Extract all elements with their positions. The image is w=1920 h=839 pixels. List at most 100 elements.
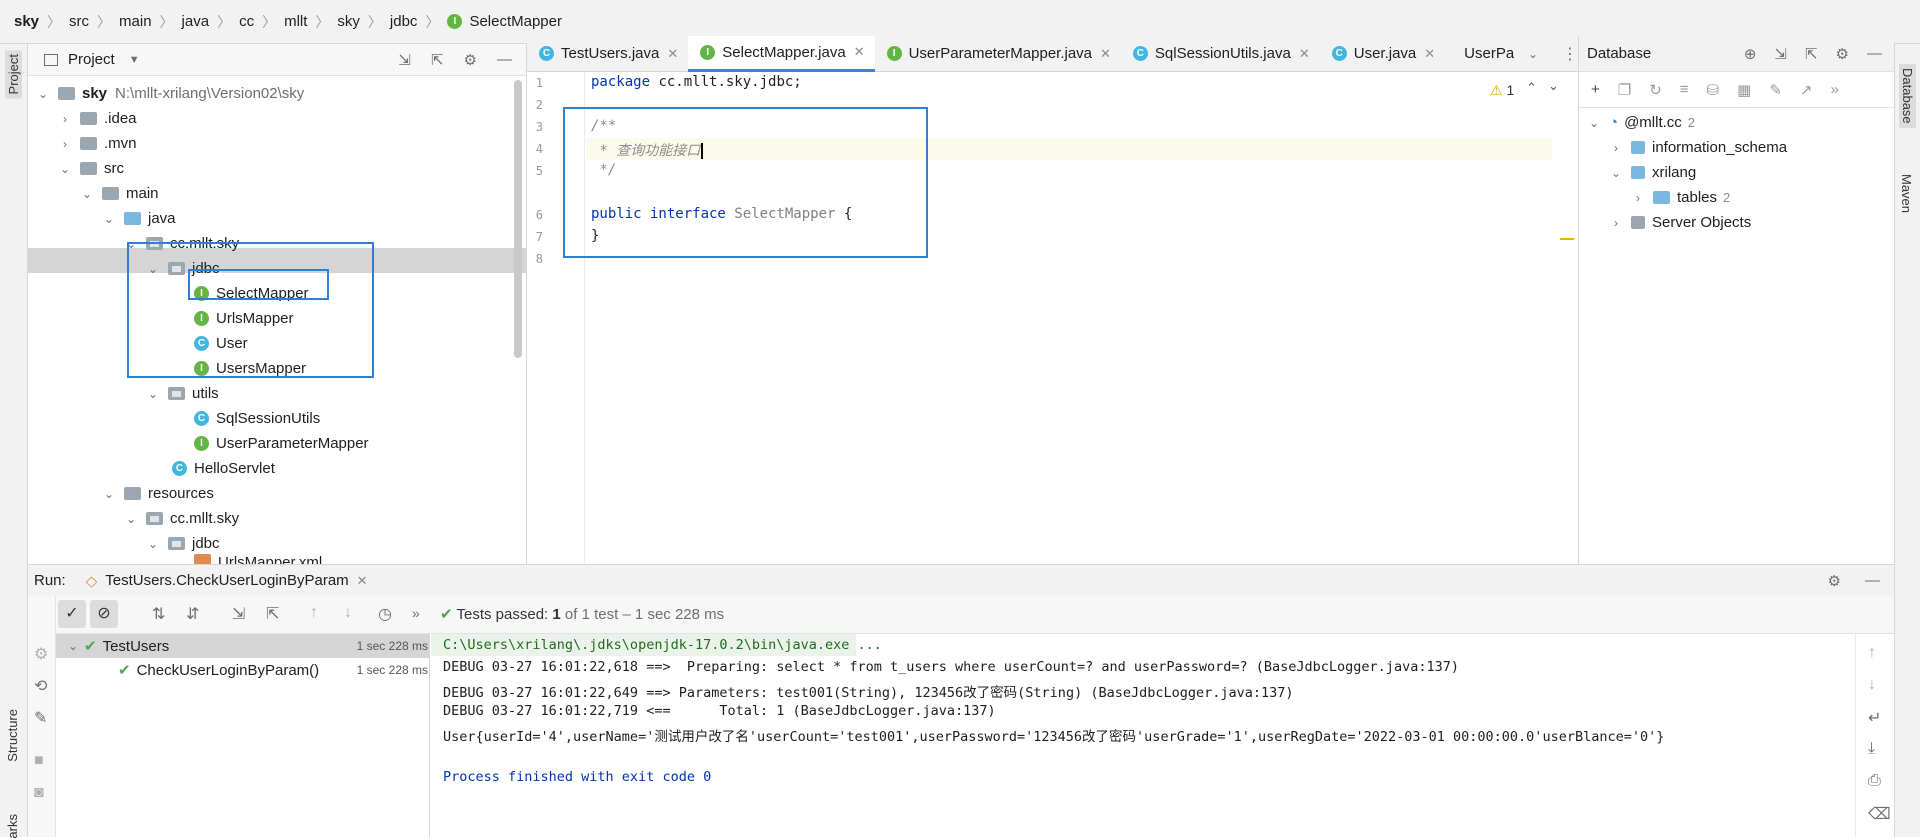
- tree-item-idea[interactable]: › .idea: [58, 106, 137, 131]
- expand-all-icon[interactable]: ⇲: [1774, 45, 1787, 63]
- show-passed-icon[interactable]: ✓: [58, 600, 86, 628]
- project-tool-button[interactable]: Project: [5, 50, 22, 99]
- close-icon[interactable]: ✕: [1424, 46, 1435, 62]
- breadcrumb-sky-pkg[interactable]: sky: [337, 13, 360, 30]
- tree-item-helloservlet[interactable]: C HelloServlet: [172, 456, 275, 481]
- warning-stripe[interactable]: [1560, 238, 1574, 240]
- tree-item-sqlsessionutils[interactable]: C SqlSessionUtils: [194, 406, 320, 431]
- copy-icon[interactable]: ❐: [1618, 81, 1631, 99]
- chevron-down-icon[interactable]: ▼: [129, 54, 140, 66]
- tree-item-java[interactable]: ⌄ java: [102, 206, 176, 231]
- edit-icon[interactable]: ✎: [1769, 81, 1782, 99]
- jump-icon[interactable]: ↗: [1800, 81, 1813, 99]
- trash-icon[interactable]: ⌫: [1868, 804, 1891, 824]
- structure-tool-button[interactable]: Structure: [5, 709, 20, 762]
- tree-item-res-jdbc[interactable]: ⌄ jdbc: [146, 531, 220, 556]
- history-icon[interactable]: ◷: [378, 604, 392, 624]
- maven-tool-button[interactable]: Maven: [1899, 174, 1914, 213]
- print-icon[interactable]: ⎙: [1868, 772, 1881, 790]
- sort-alpha-icon[interactable]: ⇅: [152, 604, 165, 624]
- camera-icon[interactable]: ◙: [34, 784, 44, 802]
- arrow-down-icon[interactable]: ↓: [1868, 676, 1876, 694]
- tree-item-mvn[interactable]: › .mvn: [58, 131, 137, 156]
- breadcrumb-java[interactable]: java: [182, 13, 210, 30]
- collapse-all-icon[interactable]: ⇱: [431, 51, 444, 69]
- debug-icon[interactable]: ⚙: [34, 644, 48, 664]
- close-icon[interactable]: ✕: [854, 44, 865, 60]
- schema-icon[interactable]: ⛁: [1707, 81, 1720, 99]
- tree-item-resources[interactable]: ⌄ resources: [102, 481, 214, 506]
- close-icon[interactable]: ✕: [1100, 46, 1111, 62]
- project-panel-title[interactable]: Project: [68, 51, 115, 68]
- tree-item-res-package[interactable]: ⌄ cc.mllt.sky: [124, 506, 239, 531]
- tree-item-src[interactable]: ⌄ src: [58, 156, 124, 181]
- gear-icon[interactable]: ⚙: [1836, 45, 1849, 63]
- restore-icon[interactable]: ⟲: [34, 676, 47, 696]
- chevron-down-icon[interactable]: ⌄: [36, 87, 50, 101]
- properties-icon[interactable]: ≡: [1680, 81, 1689, 98]
- db-connection[interactable]: ⌄ ◔ @mllt.cc 2: [1587, 110, 1695, 135]
- tree-item-utils[interactable]: ⌄ utils: [146, 381, 219, 406]
- tab-userparametermapper[interactable]: I UserParameterMapper.java ✕: [875, 36, 1121, 72]
- breadcrumb-cc[interactable]: cc: [239, 13, 254, 30]
- refresh-icon[interactable]: ↻: [1649, 81, 1662, 99]
- collapse-all-icon[interactable]: ⇱: [1805, 45, 1818, 63]
- db-tables[interactable]: › tables 2: [1631, 185, 1730, 210]
- breadcrumb-main[interactable]: main: [119, 13, 152, 30]
- hide-icon[interactable]: —: [497, 51, 512, 69]
- gear-icon[interactable]: ⚙: [464, 51, 477, 69]
- sort-duration-icon[interactable]: ⇵: [186, 604, 199, 624]
- show-ignored-icon[interactable]: ⊘: [90, 600, 118, 628]
- tab-sqlsessionutils[interactable]: C SqlSessionUtils.java ✕: [1121, 36, 1320, 72]
- warning-indicator[interactable]: ⚠ 1: [1490, 82, 1514, 99]
- breadcrumb-selectmapper[interactable]: I SelectMapper: [447, 13, 562, 30]
- expand-all-icon[interactable]: ⇲: [398, 51, 411, 69]
- more-icon[interactable]: »: [1830, 81, 1838, 98]
- soft-wrap-icon[interactable]: ↵: [1868, 708, 1881, 728]
- scroll-to-end-icon[interactable]: ⤓: [1868, 740, 1875, 758]
- add-icon[interactable]: +: [1591, 81, 1600, 98]
- breadcrumb-src[interactable]: src: [69, 13, 89, 30]
- chevron-down-icon[interactable]: ⌄: [1528, 47, 1538, 61]
- bookmarks-tool-button[interactable]: arks: [5, 814, 20, 839]
- gear-icon[interactable]: ⚙: [1828, 572, 1841, 590]
- stop-icon[interactable]: ■: [34, 752, 44, 770]
- collapse-all-icon[interactable]: ⇱: [266, 604, 279, 624]
- arrow-down-icon[interactable]: ↓: [344, 604, 352, 622]
- breadcrumb-jdbc[interactable]: jdbc: [390, 13, 418, 30]
- tab-userparameter-xml[interactable]: UserParame: [1445, 36, 1514, 72]
- hide-icon[interactable]: —: [1865, 572, 1880, 590]
- breadcrumb-mllt[interactable]: mllt: [284, 13, 307, 30]
- table-icon[interactable]: ▦: [1737, 81, 1751, 99]
- code-editor[interactable]: package cc.mllt.sky.jdbc; /** * 查询功能接口 *…: [563, 72, 1574, 564]
- tree-item-sky[interactable]: ⌄ sky N:\mllt-xrilang\Version02\sky: [36, 81, 304, 106]
- more-icon[interactable]: ⋮: [1562, 44, 1578, 64]
- more-icon[interactable]: »: [412, 605, 420, 621]
- db-schema-xrilang[interactable]: ⌄ xrilang: [1609, 160, 1696, 185]
- db-schema-information[interactable]: › information_schema: [1609, 135, 1787, 160]
- tab-user[interactable]: C User.java ✕: [1320, 36, 1445, 72]
- chevron-up-icon[interactable]: ⌃: [1526, 80, 1537, 96]
- test-case-checkuserloginbyparam[interactable]: ✔ CheckUserLoginByParam() 1 sec 228 ms: [118, 658, 428, 682]
- hide-icon[interactable]: —: [1867, 45, 1882, 63]
- run-config-tab[interactable]: ◇ TestUsers.CheckUserLoginByParam ✕: [86, 572, 368, 590]
- db-server-objects[interactable]: › Server Objects: [1609, 210, 1751, 235]
- close-icon[interactable]: ✕: [667, 46, 678, 62]
- arrow-up-icon[interactable]: ↑: [310, 604, 318, 622]
- close-icon[interactable]: ✕: [357, 573, 368, 589]
- tab-testusers[interactable]: C TestUsers.java ✕: [527, 36, 688, 72]
- expand-all-icon[interactable]: ⇲: [232, 604, 245, 624]
- console-output[interactable]: C:\Users\xrilang\.jdks\openjdk-17.0.2\bi…: [431, 634, 1855, 837]
- tab-selectmapper[interactable]: I SelectMapper.java ✕: [688, 35, 875, 72]
- close-icon[interactable]: ✕: [1299, 46, 1310, 62]
- database-tool-button[interactable]: Database: [1899, 64, 1916, 128]
- tree-item-main[interactable]: ⌄ main: [80, 181, 159, 206]
- target-icon[interactable]: ⊕: [1744, 45, 1757, 63]
- test-suite-testusers[interactable]: ⌄ ✔ TestUsers 1 sec 228 ms: [66, 634, 428, 658]
- tree-item-urlsmapper-xml[interactable]: UrlsMapper.xml: [194, 554, 322, 564]
- wrench-icon[interactable]: ✎: [34, 708, 47, 728]
- project-scrollbar[interactable]: [514, 80, 522, 358]
- chevron-down-icon[interactable]: ⌄: [1548, 78, 1559, 94]
- breadcrumb-sky[interactable]: sky: [14, 13, 39, 30]
- arrow-up-icon[interactable]: ↑: [1868, 644, 1876, 662]
